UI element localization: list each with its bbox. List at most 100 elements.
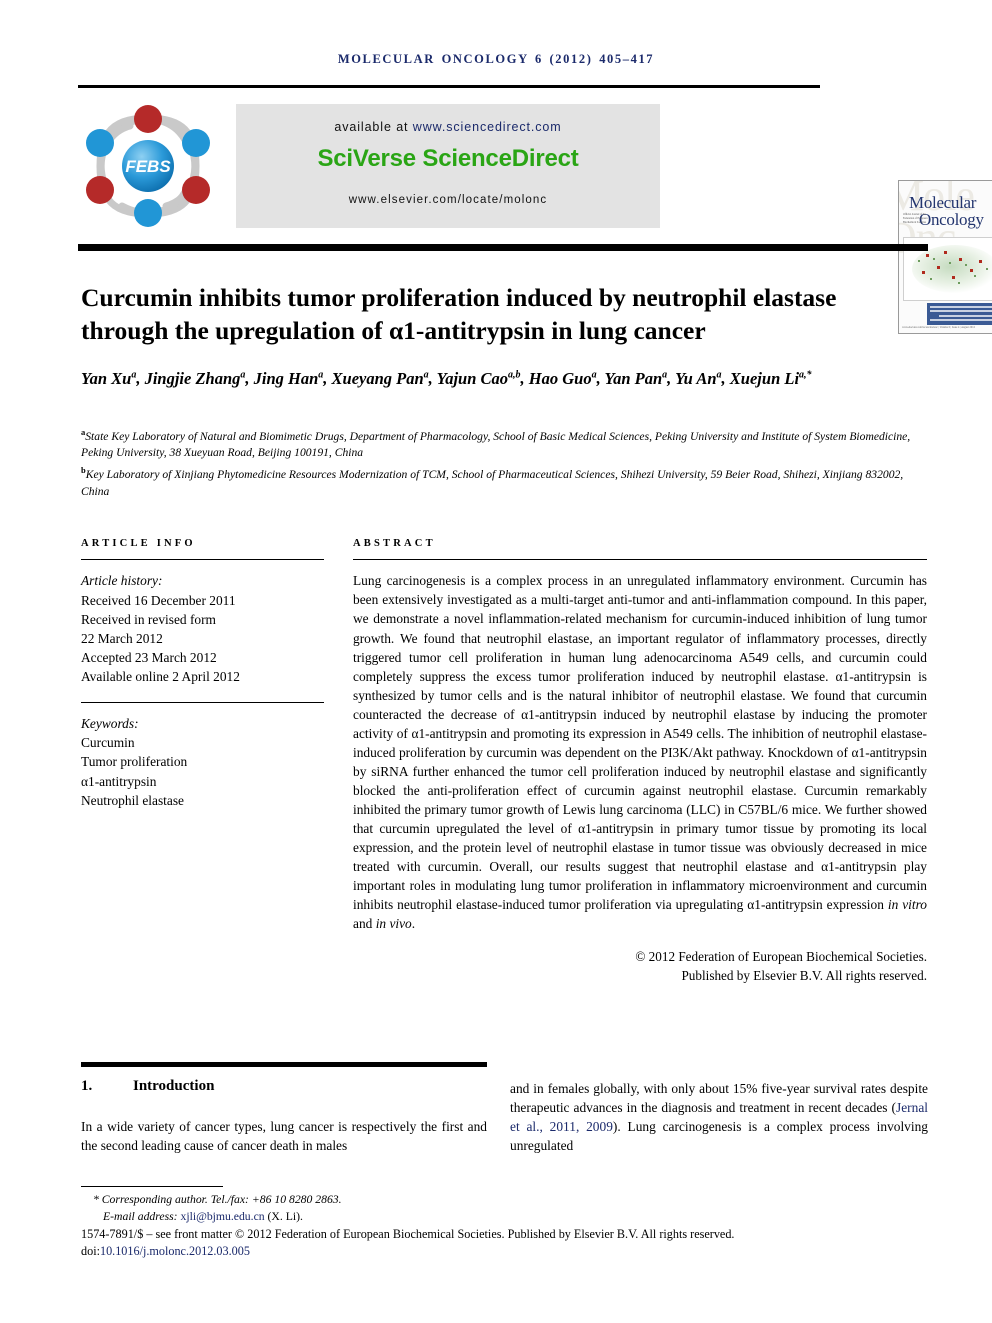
section-title: Introduction xyxy=(133,1078,215,1094)
article-info-divider xyxy=(81,559,324,561)
issn-copyright-line: 1574-7891/$ – see front matter © 2012 Fe… xyxy=(81,1227,735,1242)
network-node xyxy=(974,275,976,277)
email-label: E-mail address: xyxy=(103,1209,181,1223)
author-name: Yajun Caoa,b xyxy=(436,368,521,388)
doi-link[interactable]: 10.1016/j.molonc.2012.03.005 xyxy=(100,1244,250,1258)
author-name: Yan Pana xyxy=(604,368,668,388)
journal-article-page: MOLECULAR ONCOLOGY 6 (2012) 405–417 FEBS… xyxy=(0,0,992,1323)
keyword-item: Tumor proliferation xyxy=(81,754,188,770)
febs-node-lower-right xyxy=(182,176,210,204)
affiliation-text: Key Laboratory of Xinjiang Phytomedicine… xyxy=(81,468,904,498)
keywords-label: Keywords: xyxy=(81,716,139,731)
abstract-divider xyxy=(353,559,927,561)
header-divider-top xyxy=(78,85,820,88)
author-affil-marker: a xyxy=(716,369,722,380)
history-item: Received in revised form xyxy=(81,611,216,627)
article-info-column: ARTICLE INFO Article history: Received 1… xyxy=(81,538,324,810)
febs-logo-text: FEBS xyxy=(125,157,171,176)
network-node xyxy=(918,260,920,262)
journal-locate-url[interactable]: www.elsevier.com/locate/molonc xyxy=(236,194,660,206)
author-affil-marker: a xyxy=(423,369,429,380)
cover-caption-bar xyxy=(927,303,992,325)
abstract-copyright: © 2012 Federation of European Biochemica… xyxy=(353,947,927,985)
doi-label: doi: xyxy=(81,1243,100,1258)
abstract-conjunction: and xyxy=(353,916,376,932)
keyword-item: α1-antitrypsin xyxy=(81,773,157,789)
author-name: Yu Ana xyxy=(675,368,722,388)
network-node xyxy=(930,278,932,280)
network-hub-dot xyxy=(952,276,955,279)
febs-node-bottom xyxy=(134,199,162,227)
network-node xyxy=(949,262,951,264)
introduction-column-left: In a wide variety of cancer types, lung … xyxy=(81,1117,487,1155)
keyword-item: Neutrophil elastase xyxy=(81,792,184,808)
cover-caption-line xyxy=(930,310,992,312)
masthead: FEBS available at www.sciencedirect.com … xyxy=(78,92,992,334)
masthead-divider xyxy=(78,244,928,251)
author-affil-marker: a xyxy=(131,369,137,380)
abstract-italic-invivo: in vivo xyxy=(375,916,412,932)
introduction-heading: 1. Introduction xyxy=(81,1078,501,1095)
footer-divider xyxy=(81,1186,223,1188)
history-item: Received 16 December 2011 xyxy=(81,592,236,608)
cover-caption-line xyxy=(930,319,992,321)
network-hub-dot xyxy=(944,251,947,254)
article-history-label: Article history: xyxy=(81,573,163,589)
affiliation-a: aState Key Laboratory of Natural and Bio… xyxy=(81,424,931,461)
abstract-italic-invitro: in vitro xyxy=(887,897,927,913)
history-item: Available online 2 April 2012 xyxy=(81,669,240,685)
keywords-divider xyxy=(81,701,324,703)
abstract-column: ABSTRACT Lung carcinogenesis is a comple… xyxy=(353,538,927,985)
history-item: Accepted 23 March 2012 xyxy=(81,650,217,666)
introduction-column-right: and in females globally, with only about… xyxy=(510,1079,928,1155)
keywords-block: Keywords: Curcumin Tumor proliferation α… xyxy=(81,714,324,810)
febs-logo: FEBS xyxy=(78,96,218,236)
keyword-item: Curcumin xyxy=(81,735,135,751)
network-node xyxy=(933,258,935,260)
febs-node-top xyxy=(134,105,162,133)
email-link[interactable]: xjli@bjmu.edu.cn xyxy=(180,1210,264,1223)
author-name: Jing Hana xyxy=(253,368,324,388)
author-affil-marker: a xyxy=(662,369,668,380)
network-node xyxy=(958,282,960,284)
network-node xyxy=(965,264,967,266)
introduction-divider xyxy=(81,1062,487,1067)
section-number: 1. xyxy=(81,1078,93,1094)
network-hub-dot xyxy=(979,260,982,263)
author-name: Yan Xua xyxy=(81,368,137,388)
network-hub-dot xyxy=(959,258,962,261)
author-name: Xueyang Pana xyxy=(331,368,429,388)
affiliation-text: State Key Laboratory of Natural and Biom… xyxy=(81,429,911,460)
email-suffix: (X. Li). xyxy=(264,1209,303,1223)
author-affil-marker: a xyxy=(240,369,246,380)
network-hub-dot xyxy=(922,271,925,274)
abstract-label: ABSTRACT xyxy=(353,538,436,549)
available-at-label: available at xyxy=(334,120,413,134)
sciencedirect-url[interactable]: www.sciencedirect.com xyxy=(413,120,562,134)
network-hub-dot xyxy=(926,254,929,257)
febs-node-upper-left xyxy=(86,129,114,157)
available-at-line: available at www.sciencedirect.com xyxy=(236,120,660,134)
network-hub-dot xyxy=(937,266,940,269)
febs-logo-svg: FEBS xyxy=(86,105,210,227)
affiliations: aState Key Laboratory of Natural and Bio… xyxy=(81,424,931,500)
cover-caption-line xyxy=(930,305,992,308)
article-info-label: ARTICLE INFO xyxy=(81,538,196,549)
abstract-text: Lung carcinogenesis is a complex process… xyxy=(353,571,927,933)
author-list: Yan Xua, Jingjie Zhanga, Jing Hana, Xuey… xyxy=(81,368,812,388)
febs-node-lower-left xyxy=(86,176,114,204)
article-history: Article history: Received 16 December 20… xyxy=(81,571,324,686)
author-affil-marker: a xyxy=(591,369,597,380)
network-node xyxy=(986,268,988,270)
page-title: Curcumin inhibits tumor proliferation in… xyxy=(81,283,837,346)
cover-caption-line xyxy=(939,314,992,317)
author-affil-marker: a,* xyxy=(799,369,812,380)
copyright-line-1: © 2012 Federation of European Biochemica… xyxy=(635,949,927,965)
sciencedirect-banner: available at www.sciencedirect.com SciVe… xyxy=(236,104,660,228)
page-footer: * Corresponding author. Tel./fax: +86 10… xyxy=(81,1192,931,1259)
sciverse-sciencedirect-wordmark: SciVerse ScienceDirect xyxy=(317,145,579,172)
author-name: Xuejun Lia,* xyxy=(729,368,812,388)
introduction-paragraph-left: In a wide variety of cancer types, lung … xyxy=(81,1119,487,1154)
abstract-period: . xyxy=(411,916,416,932)
affiliation-b: bKey Laboratory of Xinjiang Phytomedicin… xyxy=(81,462,931,499)
